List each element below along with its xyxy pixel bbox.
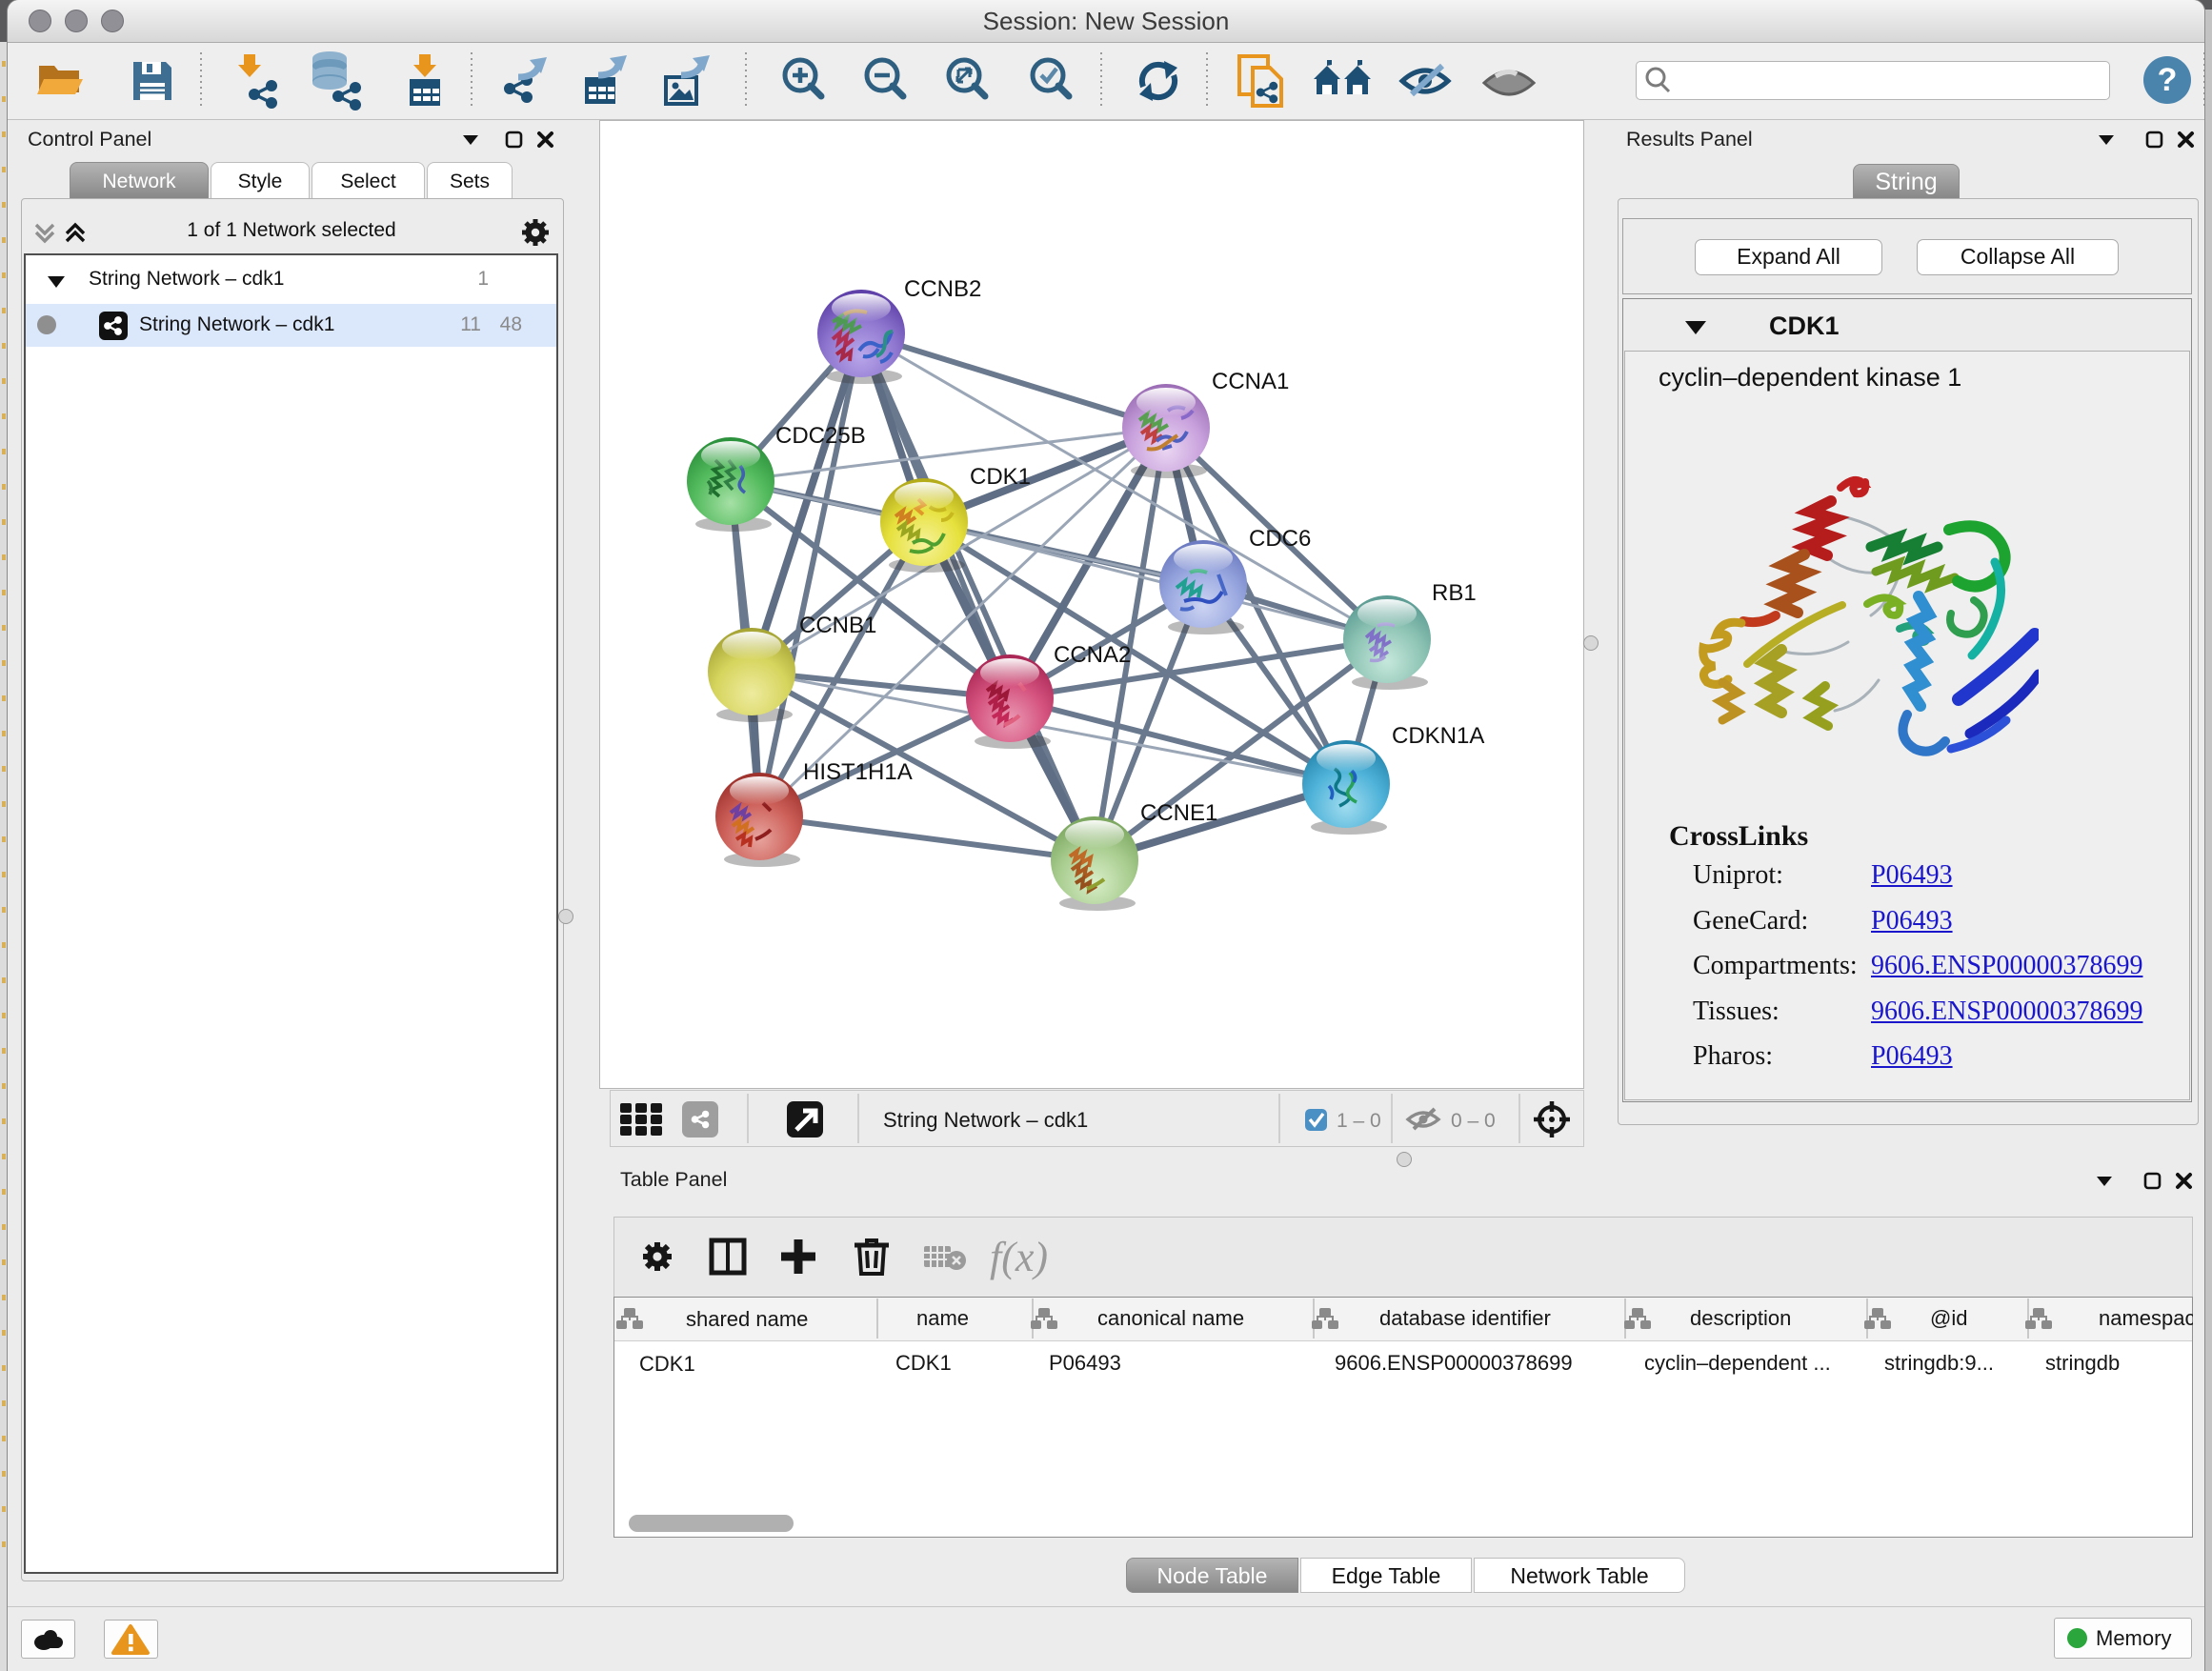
svg-text:CCNA1: CCNA1 [1212,369,1289,394]
svg-text:description: description [1690,1306,1791,1330]
svg-text:CDK1: CDK1 [970,464,1031,490]
svg-text:HIST1H1A: HIST1H1A [803,759,913,785]
svg-text:9606.ENSP00000378699: 9606.ENSP00000378699 [1335,1351,1573,1375]
svg-text:CCNE1: CCNE1 [1140,800,1217,826]
svg-text:1 – 0: 1 – 0 [1337,1110,1381,1132]
svg-text:f(x): f(x) [990,1234,1048,1280]
svg-text:database identifier: database identifier [1379,1306,1551,1330]
svg-text:P06493: P06493 [1049,1351,1121,1375]
svg-text:shared name: shared name [686,1307,808,1331]
svg-text:CDK1: CDK1 [639,1352,695,1376]
svg-text:name: name [916,1306,969,1330]
svg-text:CCNA2: CCNA2 [1054,642,1131,668]
svg-text:stringdb:9...: stringdb:9... [1884,1351,1994,1375]
svg-text:CDC25B: CDC25B [775,423,866,449]
svg-text:0 – 0: 0 – 0 [1451,1110,1496,1132]
svg-text:CDKN1A: CDKN1A [1392,723,1484,749]
svg-text:namespac: namespac [2099,1306,2193,1330]
svg-text:CDC6: CDC6 [1249,526,1311,552]
svg-text:String Network – cdk1: String Network – cdk1 [883,1108,1088,1132]
svg-text:RB1: RB1 [1432,580,1477,606]
svg-text:canonical name: canonical name [1097,1306,1244,1330]
svg-text:@id: @id [1930,1306,1967,1330]
svg-text:stringdb: stringdb [2045,1351,2120,1375]
svg-text:CDK1: CDK1 [895,1351,952,1375]
svg-text:?: ? [2158,62,2178,98]
svg-text:CCNB1: CCNB1 [799,613,876,638]
svg-text:CCNB2: CCNB2 [904,276,981,302]
svg-text:cyclin–dependent ...: cyclin–dependent ... [1644,1351,1831,1375]
